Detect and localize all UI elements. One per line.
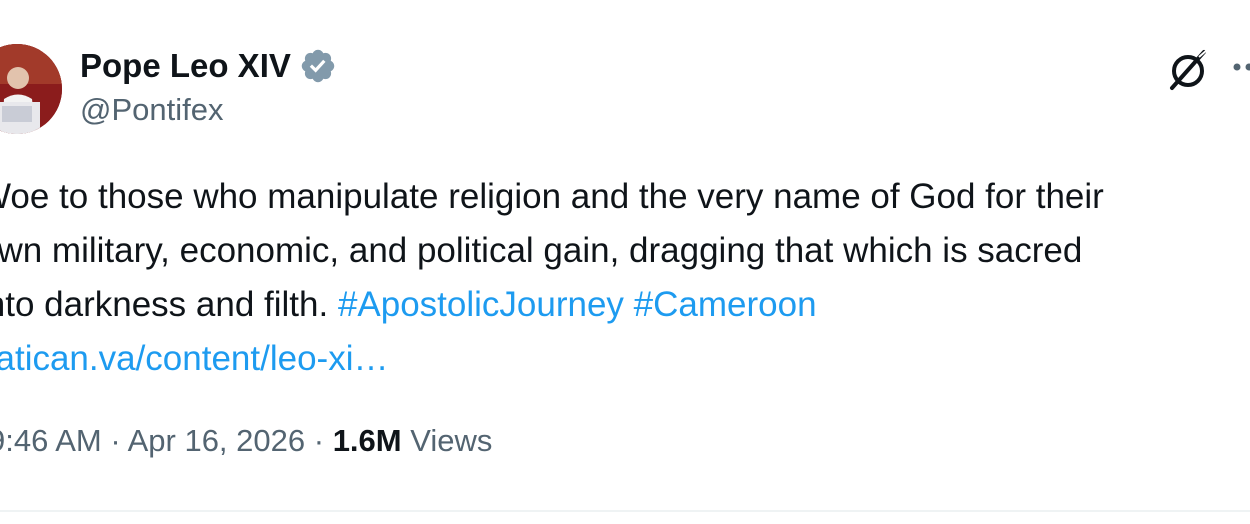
tweet-text: Woe to those who manipulate religion and… [0,170,1250,386]
hashtag-apostolic-journey[interactable]: #ApostolicJourney [338,285,624,324]
tweet-meta: 9:46 AM · Apr 16, 2026 · 1.6M Views [0,423,492,459]
meta-separator: · [305,423,333,458]
display-name[interactable]: Pope Leo XIV [80,47,291,85]
verified-badge-icon[interactable] [299,47,337,85]
meta-separator: · [101,423,128,458]
tweet-text-line: Woe to those who manipulate religion and… [0,177,1104,216]
hashtag-cameroon[interactable]: #Cameroon [634,285,817,324]
handle[interactable]: @Pontifex [80,92,337,128]
avatar[interactable] [0,44,62,134]
more-options-icon[interactable] [1232,57,1250,77]
views-label: Views [410,423,493,458]
tweet-time[interactable]: 9:46 AM [0,423,102,458]
tweet-date[interactable]: Apr 16, 2026 [128,423,306,458]
divider [0,510,1250,512]
name-row: Pope Leo XIV [80,44,337,88]
tweet-text-line: own military, economic, and political ga… [0,231,1083,270]
grok-icon[interactable] [1166,48,1210,92]
author-block: Pope Leo XIV @Pontifex [80,44,337,128]
tweet-text-segment: into darkness and filth. [0,285,338,324]
tweet-link[interactable]: vatican.va/content/leo-xi… [0,332,1250,386]
avatar-image [0,44,62,134]
tweet-text-line: into darkness and filth. #ApostolicJourn… [0,278,1250,332]
views-count: 1.6M [332,423,402,458]
tweet-card: Pope Leo XIV @Pontifex Woe to those who … [0,0,1250,524]
